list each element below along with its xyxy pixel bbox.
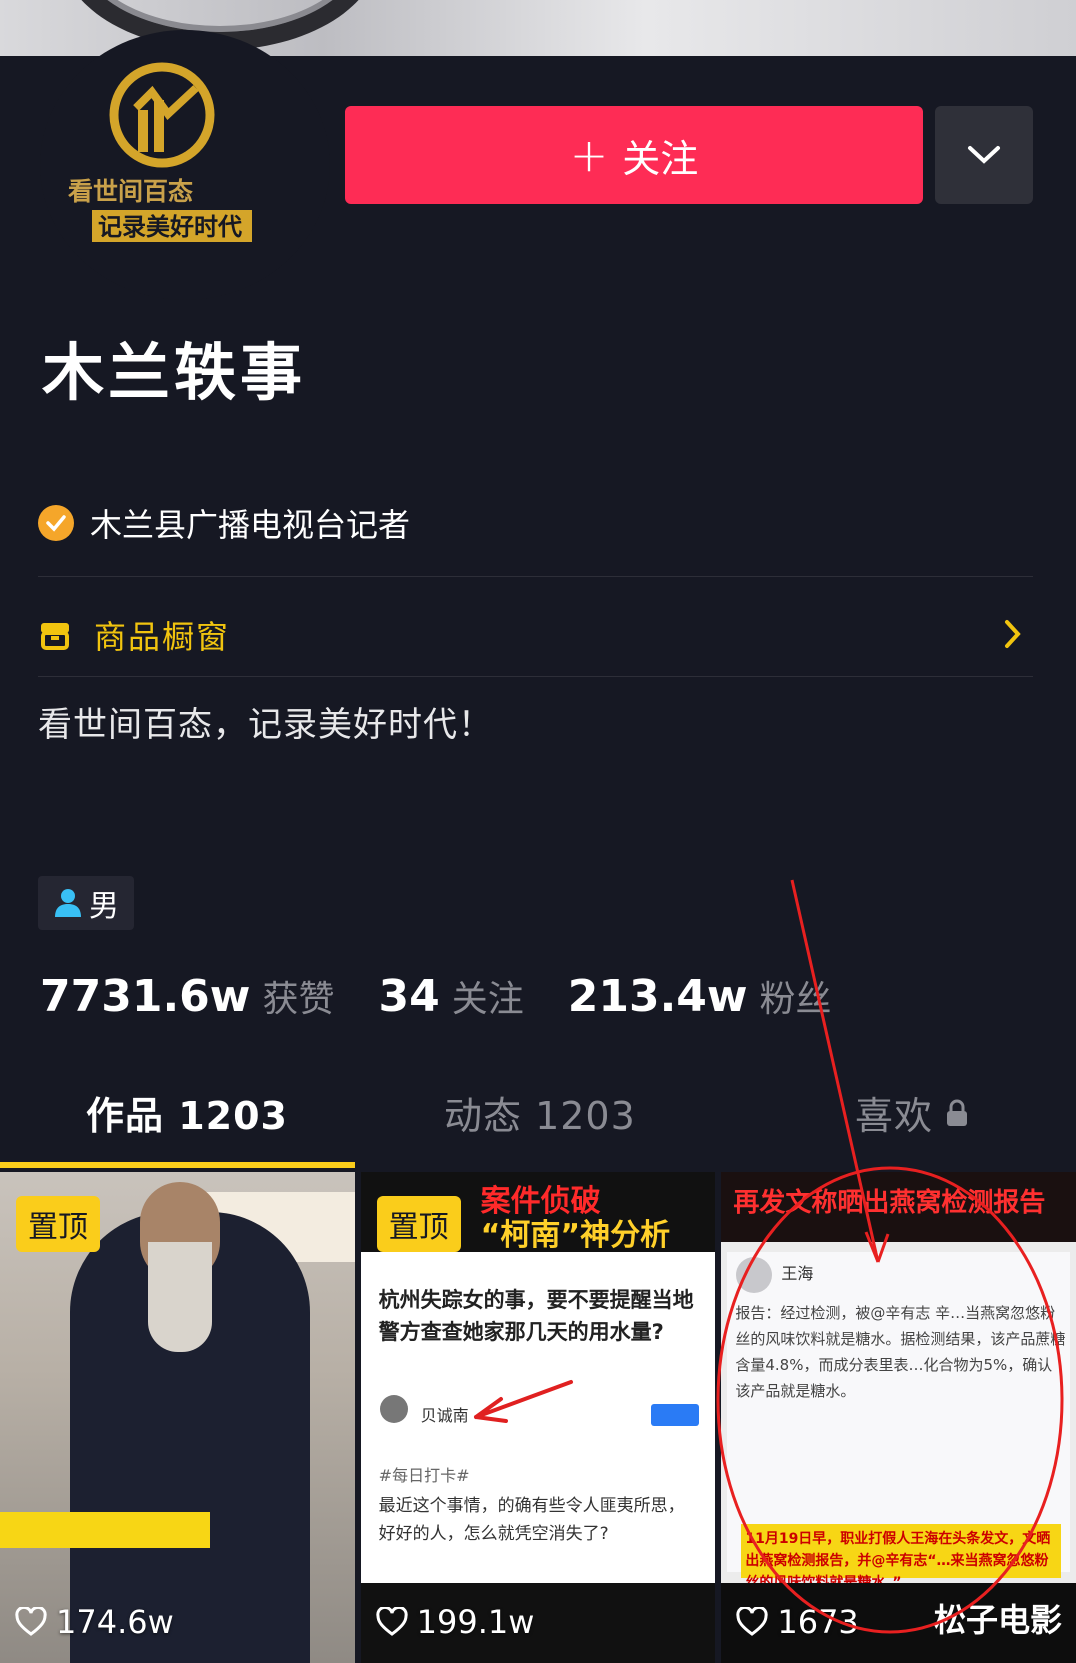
gender-label: 男 [89, 889, 119, 924]
video-author: 贝诚南 [420, 1406, 469, 1425]
video-likes-count: 1673 [777, 1603, 859, 1641]
video-tag: #每日打卡# [378, 1466, 470, 1485]
video-card[interactable]: 案件侦破 “柯南”神分析 置顶 杭州失踪女的事，要不要提醒当地警方查查她家那几天… [360, 1172, 716, 1663]
profile-tabs: 作品 1203 动态 1203 喜欢 [0, 1085, 1076, 1165]
verification-text: 木兰县广播电视台记者 [90, 506, 411, 544]
video-likes: 199.1w [375, 1603, 535, 1641]
logo-line1: 看世间百态 [68, 177, 193, 206]
heart-icon [15, 1607, 47, 1636]
author-avatar [736, 1257, 773, 1293]
nickname: 木兰轶事 [42, 336, 307, 409]
video-likes-count: 174.6w [56, 1603, 174, 1641]
video-likes-count: 199.1w [416, 1603, 535, 1641]
chevron-right-icon [1005, 620, 1021, 648]
tab-works[interactable]: 作品 1203 [86, 1085, 288, 1140]
likes-count: 7731.6w [40, 971, 251, 1022]
following-count[interactable]: 34 [378, 971, 439, 1022]
video-author: 王海 [781, 1264, 814, 1283]
gender-tag: 男 [38, 876, 134, 930]
following-label[interactable]: 关注 [452, 970, 524, 1022]
logo-line2: 记录美好时代 [98, 213, 242, 241]
bio-text: 看世间百态，记录美好时代！ [38, 705, 493, 745]
watermark: 松子电影 [934, 1601, 1063, 1639]
logo-icon: 看世间百态 记录美好时代 [68, 62, 252, 242]
video-question-text: 杭州失踪女的事，要不要提醒当地警方查查她家那几天的用水量? [378, 1288, 694, 1344]
heart-icon [376, 1607, 408, 1636]
tab-likes-label: 喜欢 [855, 1094, 934, 1138]
video-body-text: 报告：经过检测，被@辛有志 辛…当燕窝忽悠粉丝的风味饮料就是糖水。据检测结果，该… [735, 1304, 1066, 1400]
tab-likes[interactable]: 喜欢 [855, 1085, 969, 1140]
shop-window-row[interactable]: 商品橱窗 [38, 600, 1033, 670]
red-arrow-icon [473, 1380, 573, 1423]
followers-count[interactable]: 213.4w [568, 971, 748, 1022]
pinned-badge: 置顶 [16, 1196, 100, 1252]
divider [38, 676, 1033, 677]
video-likes: 174.6w [14, 1603, 174, 1641]
avatar[interactable]: 看世间百态 记录美好时代 [40, 30, 330, 300]
video-card[interactable]: 再发文称晒出燕窝检测报告 王海 报告：经过检测，被@辛有志 辛…当燕窝忽悠粉丝的… [721, 1172, 1076, 1663]
divider [38, 576, 1033, 577]
author-avatar [379, 1395, 408, 1423]
follow-button[interactable]: + 关注 [345, 106, 923, 204]
followers-label[interactable]: 粉丝 [760, 970, 832, 1022]
video-title-yellow: “柯南”神分析 [480, 1218, 671, 1253]
tab-moments[interactable]: 动态 1203 [444, 1085, 636, 1140]
active-tab-indicator [0, 1162, 355, 1168]
follow-label: 关注 [622, 136, 699, 181]
plus-icon: + [569, 128, 609, 182]
video-card[interactable]: 置顶 174.6w [0, 1172, 355, 1663]
video-grid: 置顶 174.6w 案件侦破 “柯南”神分析 置顶 杭州失踪女的事，要不要提醒当… [0, 1172, 1076, 1663]
video-likes: 1673 [735, 1603, 859, 1641]
chevron-down-icon [968, 146, 1000, 164]
likes-label: 获赞 [262, 979, 335, 1020]
lock-icon [947, 1099, 968, 1126]
male-user-icon [55, 889, 81, 917]
pinned-badge: 置顶 [376, 1196, 461, 1252]
video-body-text: 最近这个事情，的确有些令人匪夷所思，好好的人，怎么就凭空消失了? [378, 1496, 685, 1544]
video-title: 再发文称晒出燕窝检测报告 [733, 1188, 1046, 1218]
more-options-button[interactable] [935, 106, 1033, 204]
verified-icon [38, 505, 74, 541]
verification-row: 木兰县广播电视台记者 [38, 500, 410, 546]
shop-icon [41, 623, 69, 650]
heart-icon [736, 1607, 768, 1636]
follow-chip [650, 1404, 699, 1426]
shop-window-label: 商品橱窗 [94, 618, 231, 656]
stats-row: 7731.6w 获赞 34 关注 213.4w 粉丝 [40, 970, 876, 1022]
